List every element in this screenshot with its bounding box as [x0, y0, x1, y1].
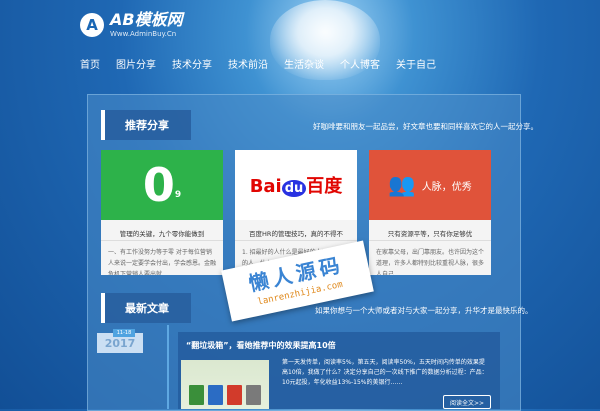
article-desc: 第一天发传单，阅读率5%，第五天，阅读率50%，五天时间内传单的效果提高10倍，… [282, 359, 488, 386]
zero-logo-icon: 0 [142, 158, 175, 212]
timeline-line [167, 325, 169, 409]
site-logo[interactable]: A AB模板网 Www.AdminBuy.Cn [80, 12, 183, 38]
logo-title: AB模板网 [110, 10, 183, 29]
recommend-card[interactable]: 09 管理的关键，九个零你能做到 一、有工作没努力等于零 对于每位营销人来说一定… [101, 150, 223, 275]
baidu-logo-icon: Bai du 百度 [249, 176, 343, 197]
latest-heading: 最新文章 [101, 293, 191, 323]
card-desc: 在家靠父母，出门靠朋友。也许因为这个道理，许多人都特别比较重视人脉，很多人自己…… [376, 249, 484, 275]
card-title: 百度HR的管理技巧，真的不得不 [235, 228, 357, 241]
green-bin-icon [189, 385, 204, 405]
article-item[interactable]: “翻垃圾箱”，看她推荐中的效果提高10倍 第一天发传单，阅读率5%，第五天，阅读… [178, 332, 500, 409]
logo-mark: A [80, 13, 104, 37]
card-logo-text: 人脉，优秀 [421, 181, 472, 193]
article-title[interactable]: “翻垃圾箱”，看她推荐中的效果提高10倍 [186, 340, 336, 351]
card-image: 09 [101, 150, 223, 220]
gray-bin-icon [246, 385, 261, 405]
card-title: 管理的关键，九个零你能做到 [101, 228, 223, 241]
nav-tech-share[interactable]: 技术分享 [172, 56, 212, 71]
card-title: 只有资源平等，只有你足够优 [369, 228, 491, 241]
nav-home[interactable]: 首页 [80, 56, 100, 71]
read-more-button[interactable]: 阅读全文>> [443, 395, 491, 409]
nav-tech-frontier[interactable]: 技术前沿 [228, 56, 268, 71]
blue-bin-icon [208, 385, 223, 405]
people-icon: 👥 [388, 172, 416, 198]
card-desc: 一、有工作没努力等于零 对于每位营销人来说一定要学会付出，学会感恩。金融危机下营… [108, 249, 216, 275]
recommend-tagline: 好咖啡要和朋友一起品尝，好文章也要和同样喜欢它的人一起分享。 [313, 122, 538, 131]
nav-image-share[interactable]: 图片分享 [116, 56, 156, 71]
recommend-heading: 推荐分享 [101, 110, 191, 140]
red-bin-icon [227, 385, 242, 405]
nav-life[interactable]: 生活杂谈 [284, 56, 324, 71]
date-badge: 11-18 [113, 329, 135, 337]
logo-subtitle: Www.AdminBuy.Cn [110, 30, 177, 38]
main-nav: 首页 图片分享 技术分享 技术前沿 生活杂谈 个人博客 关于自己 [80, 56, 452, 71]
nav-about[interactable]: 关于自己 [396, 56, 436, 71]
card-image: 👥 人脉，优秀 [369, 150, 491, 220]
recommend-card[interactable]: 👥 人脉，优秀 只有资源平等，只有你足够优 在家靠父母，出门靠朋友。也许因为这个… [369, 150, 491, 275]
article-image [181, 360, 269, 409]
latest-tagline: 如果你想与一个大师或者对与大家一起分享，升华才是最快乐的。 [315, 306, 533, 315]
card-image: Bai du 百度 [235, 150, 357, 220]
nav-blog[interactable]: 个人博客 [340, 56, 380, 71]
